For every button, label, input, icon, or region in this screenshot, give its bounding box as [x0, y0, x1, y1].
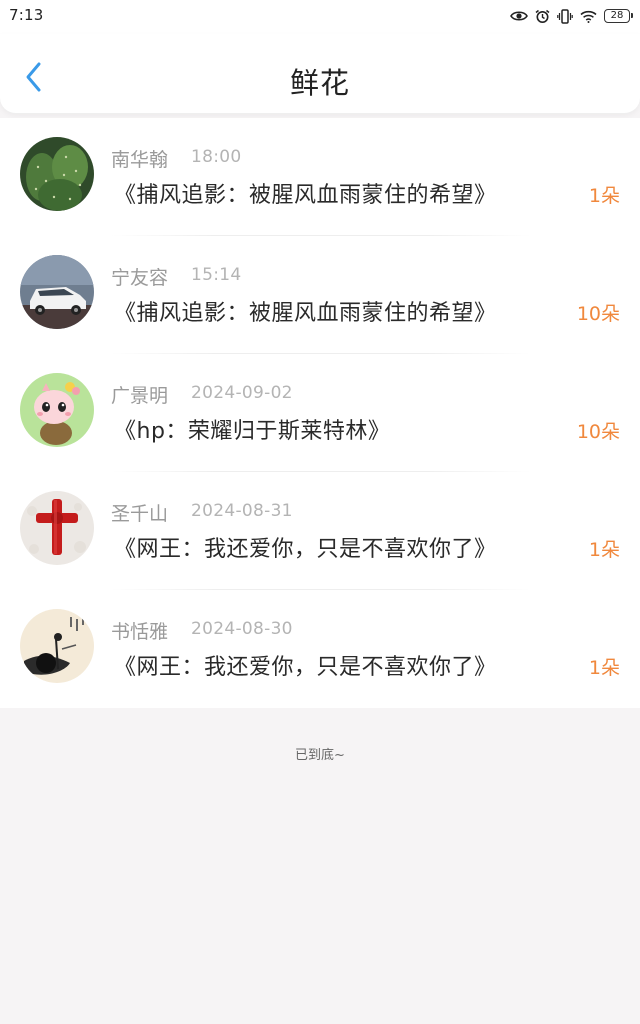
eye-icon: [510, 10, 528, 22]
vibrate-icon: [557, 8, 573, 24]
avatar[interactable]: [20, 373, 94, 447]
cross-avatar-image: [20, 491, 94, 565]
flower-list: 南华翰 18:00 《捕风追影：被腥风血雨蒙住的希望》 1朵 宁友容 15:14…: [0, 118, 640, 708]
status-icons: 28: [510, 7, 633, 25]
book-title[interactable]: 《网王：我还爱你，只是不喜欢你了》: [114, 531, 497, 563]
list-item[interactable]: 圣千山 2024-08-31 《网王：我还爱你，只是不喜欢你了》 1朵: [0, 472, 640, 590]
avatar[interactable]: [20, 609, 94, 683]
user-name: 圣千山: [111, 503, 169, 525]
header: 鲜花: [0, 34, 640, 114]
avatar[interactable]: [20, 255, 94, 329]
flower-count: 1朵: [588, 539, 620, 561]
book-title[interactable]: 《hp：荣耀归于斯莱特林》: [114, 413, 390, 445]
book-title[interactable]: 《捕风追影：被腥风血雨蒙住的希望》: [114, 295, 497, 327]
user-name: 南华翰: [111, 149, 169, 171]
user-name: 书恬雅: [111, 621, 169, 643]
cactus-avatar-image: [20, 137, 94, 211]
ink-painting-avatar-image: [20, 609, 94, 683]
status-time: 7:13: [9, 6, 44, 24]
item-time: 2024-09-02: [191, 383, 293, 403]
avatar[interactable]: [20, 137, 94, 211]
list-item[interactable]: 广景明 2024-09-02 《hp：荣耀归于斯莱特林》 10朵: [0, 354, 640, 472]
end-of-list-text: 已到底~: [295, 748, 345, 763]
page-title: 鲜花: [289, 66, 350, 100]
car-avatar-image: [20, 255, 94, 329]
user-name: 宁友容: [111, 267, 169, 289]
avatar[interactable]: [20, 491, 94, 565]
battery-icon: 28: [604, 9, 633, 23]
book-title[interactable]: 《捕风追影：被腥风血雨蒙住的希望》: [114, 177, 497, 209]
item-time: 15:14: [191, 265, 242, 285]
cartoon-avatar-image: [20, 373, 94, 447]
user-name: 广景明: [111, 385, 169, 407]
wifi-icon: [580, 10, 597, 23]
item-time: 2024-08-31: [191, 501, 293, 521]
flower-count: 10朵: [576, 303, 620, 325]
alarm-icon: [535, 9, 550, 24]
list-item[interactable]: 南华翰 18:00 《捕风追影：被腥风血雨蒙住的希望》 1朵: [0, 118, 640, 236]
list-item[interactable]: 宁友容 15:14 《捕风追影：被腥风血雨蒙住的希望》 10朵: [0, 236, 640, 354]
list-item[interactable]: 书恬雅 2024-08-30 《网王：我还爱你，只是不喜欢你了》 1朵: [0, 590, 640, 708]
book-title[interactable]: 《网王：我还爱你，只是不喜欢你了》: [114, 649, 497, 681]
flower-count: 1朵: [588, 185, 620, 207]
flower-count: 1朵: [588, 657, 620, 679]
status-bar: 7:13 28: [0, 0, 640, 34]
item-time: 2024-08-30: [191, 619, 293, 639]
flower-count: 10朵: [576, 421, 620, 443]
screen: 7:13 28 鲜花 南华翰 18:00 《捕风追影：被腥风血雨蒙住的希望》 1…: [0, 0, 640, 1024]
item-time: 18:00: [191, 147, 242, 167]
